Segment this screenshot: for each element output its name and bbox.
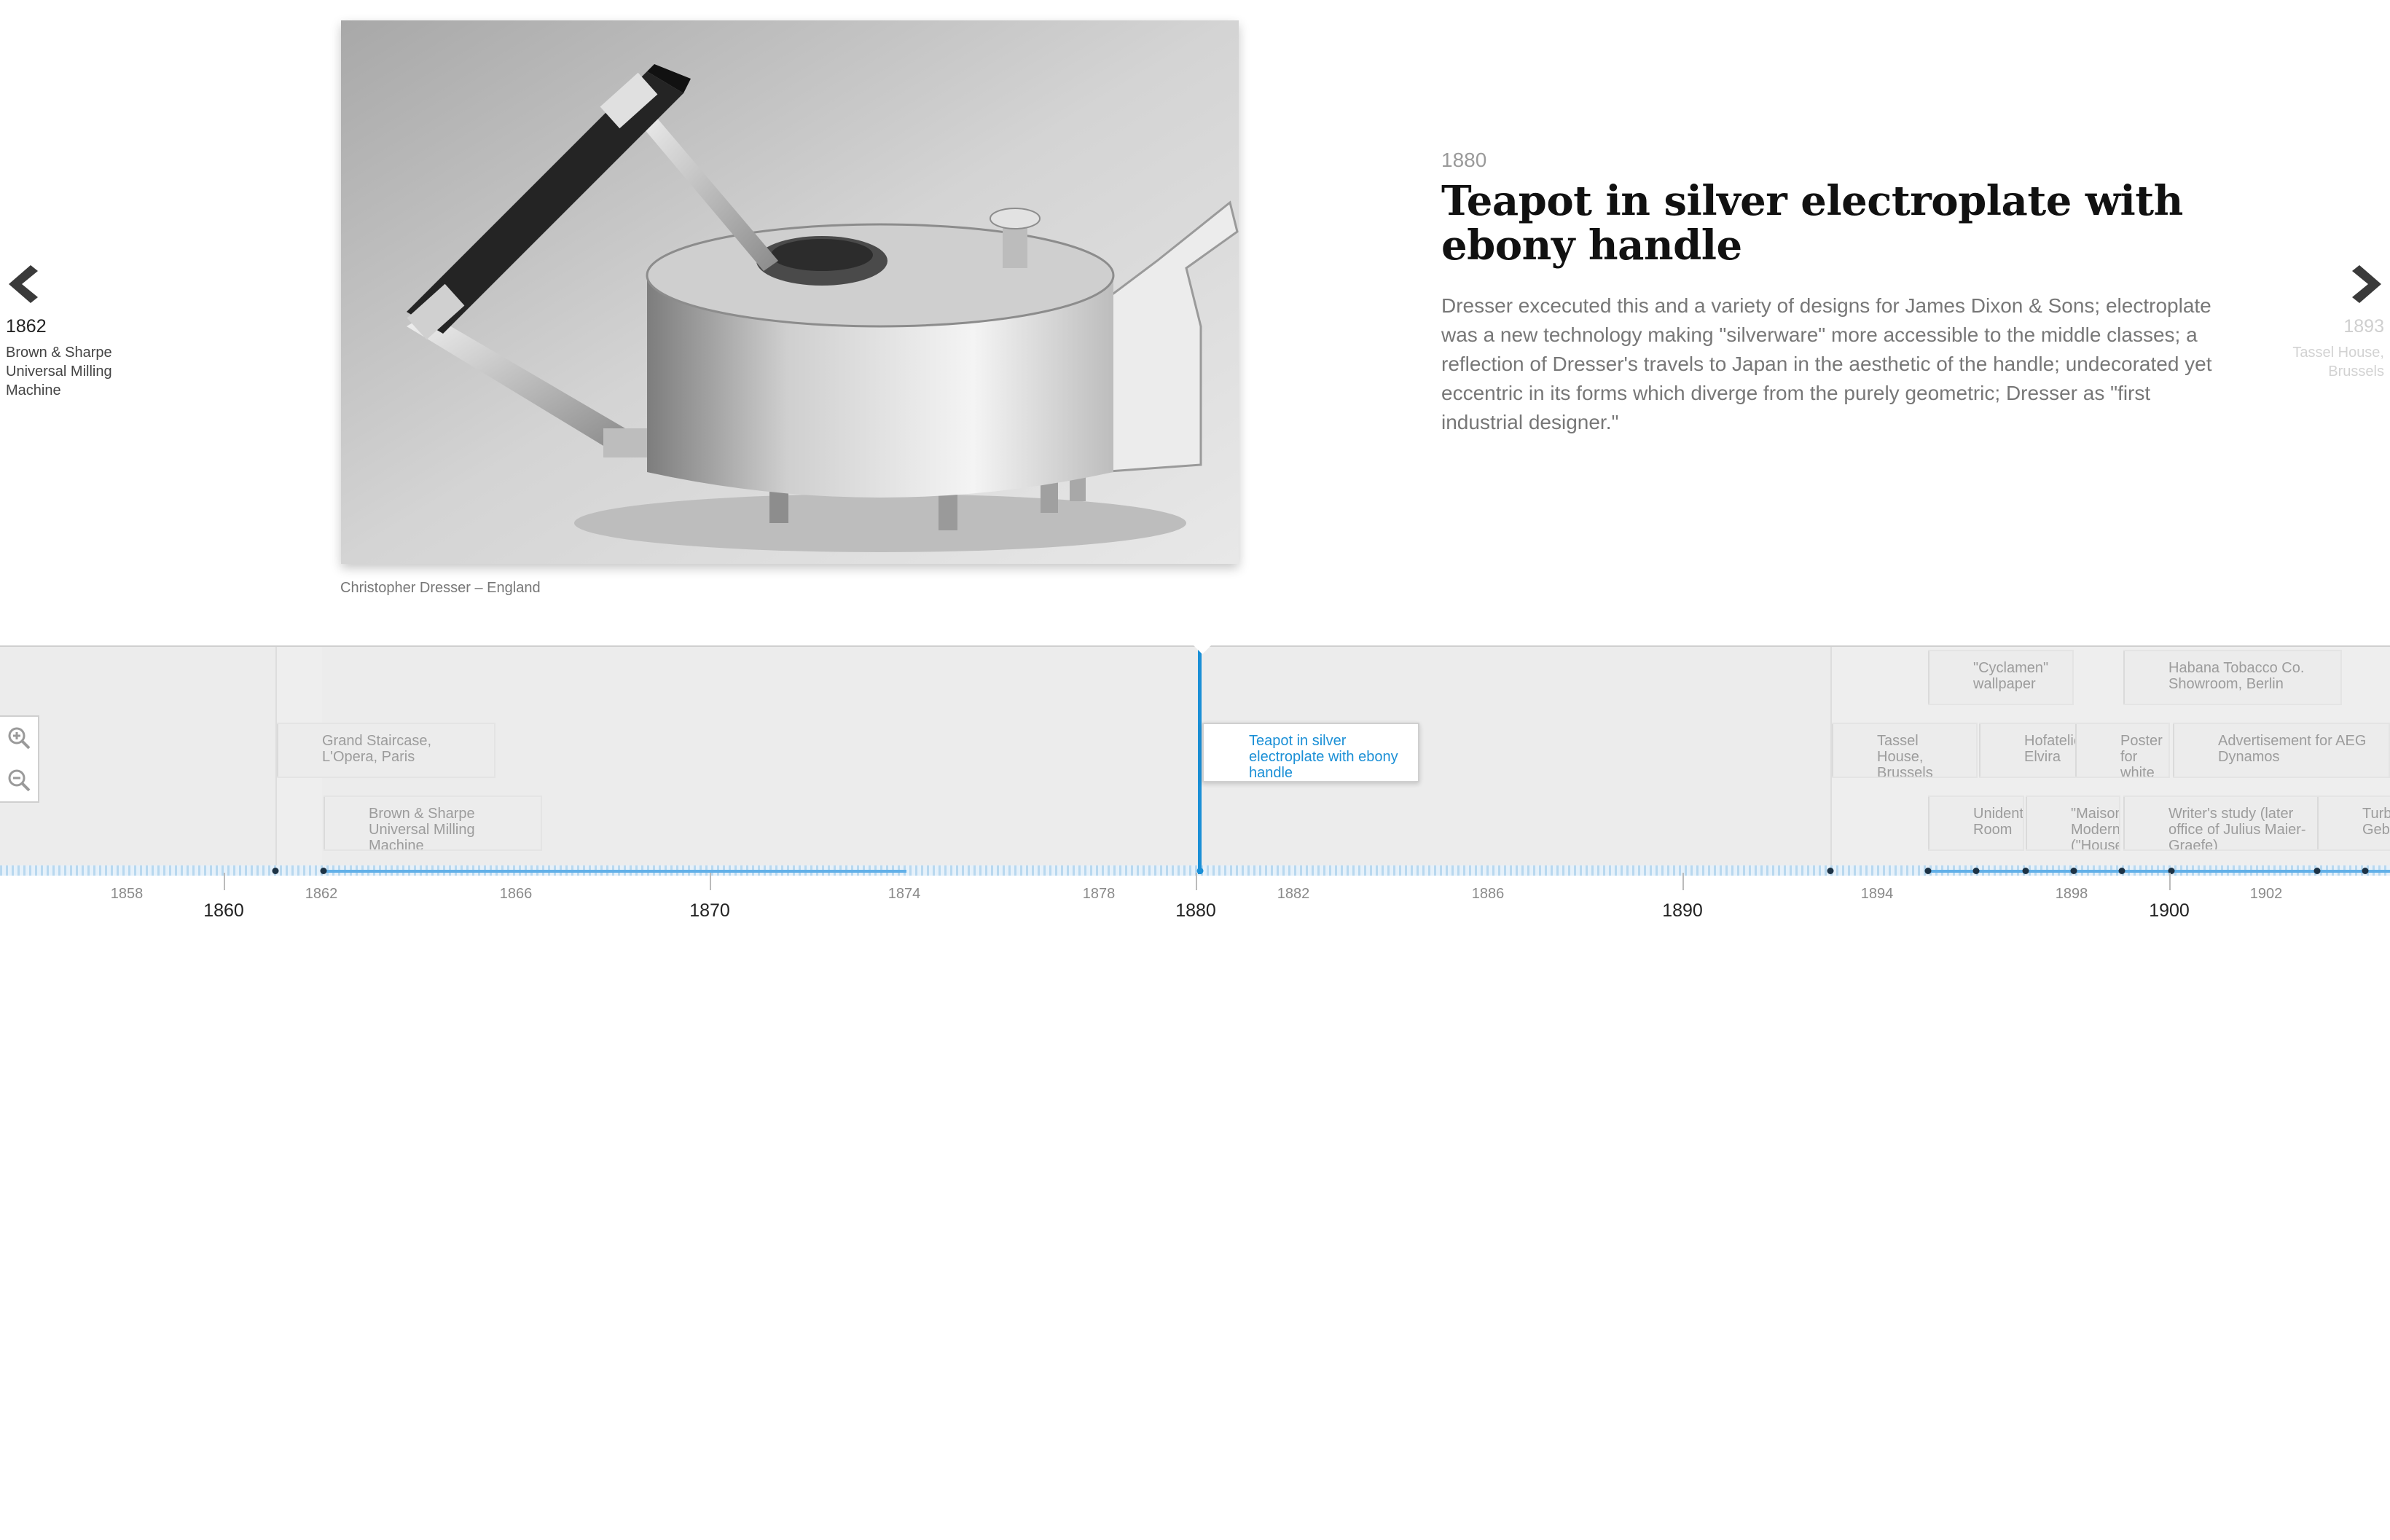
timeline-zoom-controls [0, 715, 39, 803]
timeline-marker[interactable]: Grand Staircase, L'Opera, Paris [277, 723, 495, 778]
slide-date: 1880 [1441, 149, 1487, 171]
timeline-event-dot [2118, 868, 2125, 874]
zoom-out-icon [8, 769, 31, 792]
previous-slide-date: 1862 [6, 316, 47, 337]
timeline-event-dot [2022, 868, 2029, 874]
timeline-marker[interactable]: Habana Tobacco Co. Showroom, Berlin [2123, 650, 2342, 705]
chevron-left-icon[interactable] [6, 262, 41, 306]
axis-tick-label: 1874 [888, 886, 921, 902]
timeline-marker[interactable]: "Cyclamen" wallpaper [1928, 650, 2074, 705]
axis-tick [2169, 873, 2171, 890]
axis-tick-label: 1858 [110, 886, 144, 902]
timeline-marker[interactable]: Unidentified Room [1928, 795, 2024, 851]
timeline-event-dot [1827, 868, 1834, 874]
axis-tick-label: 1900 [2149, 900, 2190, 921]
next-slide-title: Tassel House, Brussels [2292, 345, 2384, 380]
timeline-marker[interactable]: Poster for white exhibition [2075, 723, 2170, 778]
timeline-marker[interactable]: Brown & Sharpe Universal Milling Machine [324, 795, 542, 851]
axis-tick-label: 1862 [305, 886, 338, 902]
zoom-in-icon [8, 727, 31, 750]
next-slide-date: 1893 [2343, 316, 2384, 337]
previous-slide-nav[interactable]: 1862 Brown & Sharpe Universal Milling Ma… [6, 262, 152, 400]
timeline-event-dot [1972, 868, 1980, 874]
timeline-marker[interactable]: Advertisement for AEG Dynamos [2173, 723, 2390, 778]
timeline-event-dot [2070, 868, 2077, 874]
axis-tick [1196, 873, 1197, 890]
chevron-right-icon[interactable] [2349, 262, 2384, 306]
timeline-marker[interactable]: Tassel House, Brussels [1832, 723, 1978, 778]
axis-tick-label: 1870 [689, 900, 730, 921]
axis-tick-label: 1898 [2055, 886, 2088, 902]
axis-tick-label: 1880 [1175, 900, 1216, 921]
timeline-marker-active[interactable]: Teapot in silver electroplate with ebony… [1202, 723, 1419, 782]
timeline-marker[interactable]: Writer's study (later office of Julius M… [2123, 795, 2320, 851]
timeline-event-dot [2362, 868, 2369, 874]
axis-tick-label: 1866 [499, 886, 533, 902]
axis-tick-label: 1894 [1860, 886, 1894, 902]
axis-tick-label: 1886 [1471, 886, 1505, 902]
axis-tick [710, 873, 711, 890]
next-slide-nav[interactable]: 1893 Tassel House, Brussels [2238, 262, 2384, 381]
axis-bar [1928, 870, 2390, 873]
slide-image-caption: Christopher Dresser – England [340, 580, 541, 596]
timeline-time-axis[interactable]: 1858 1860 1862 1866 1870 1874 1878 1880 … [0, 865, 2390, 924]
slide-image-teapot [341, 20, 1239, 564]
axis-tick-label: 1902 [2249, 886, 2283, 902]
timeline-event-dot [320, 868, 327, 874]
slide-body: Dresser excecuted this and a variety of … [1441, 294, 2212, 433]
timeline-navigation[interactable]: Grand Staircase, L'Opera, Paris Brown & … [0, 645, 2390, 874]
axis-tick-label: 1878 [1082, 886, 1116, 902]
timeline-event-dot [272, 868, 279, 874]
slide-text: 1880 Teapot in silver electroplate with … [1441, 149, 2214, 437]
axis-tick [1682, 873, 1684, 890]
timeline-current-line [1198, 647, 1202, 874]
zoom-out-button[interactable] [0, 759, 38, 801]
axis-tick-label: 1882 [1277, 886, 1310, 902]
timeline-marker[interactable]: "Maison Moderne" ("House Modern") [2026, 795, 2120, 851]
timeline-pointer [1192, 644, 1212, 654]
previous-slide-title: Brown & Sharpe Universal Milling Machine [6, 345, 112, 398]
timeline-event-dot [2313, 868, 2321, 874]
slide-title: Teapot in silver electroplate with ebony… [1441, 177, 2183, 270]
axis-tick [224, 873, 225, 890]
timeline-marker[interactable]: Turbine Gebaude [2317, 795, 2390, 851]
zoom-in-button[interactable] [0, 717, 38, 759]
axis-bar [324, 870, 906, 873]
axis-tick-label: 1860 [203, 900, 244, 921]
axis-tick-label: 1890 [1662, 900, 1703, 921]
timeline-event-dot [1924, 868, 1932, 874]
